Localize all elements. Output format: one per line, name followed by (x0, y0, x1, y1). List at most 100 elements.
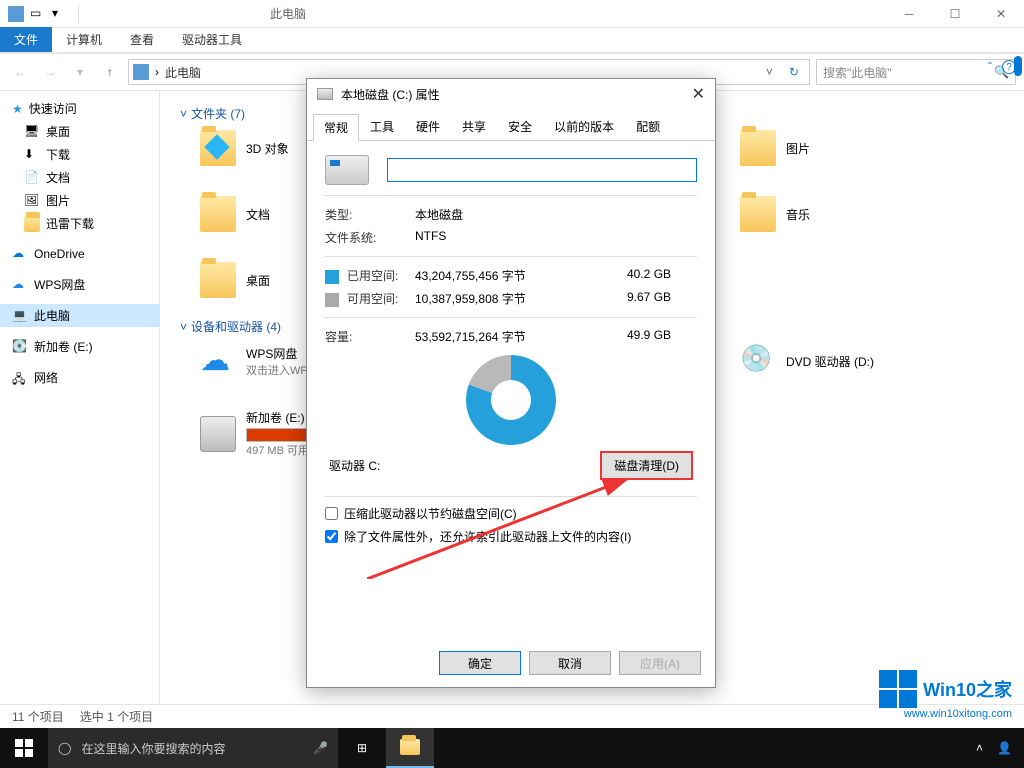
compress-label: 压缩此驱动器以节约磁盘空间(C) (344, 505, 517, 522)
window-titlebar: ▭ ▾ 管理 此电脑 ─ ☐ ✕ (0, 0, 1024, 28)
dialog-footer: 确定 取消 应用(A) (439, 651, 701, 675)
sidebar-label: 新加卷 (E:) (34, 338, 93, 355)
tab-security[interactable]: 安全 (497, 113, 543, 140)
tab-drive-tools[interactable]: 驱动器工具 (168, 27, 256, 52)
sidebar-label: WPS网盘 (34, 276, 85, 293)
location-icon (133, 64, 149, 80)
sidebar-newvol[interactable]: 💽新加卷 (E:) (0, 335, 159, 358)
sidebar-label: 快速访问 (29, 100, 77, 117)
pc-icon: 💻 (12, 308, 28, 324)
desktop-icon: 🖥 (24, 124, 40, 140)
document-icon: 📄 (24, 170, 40, 186)
fs-label: 文件系统: (325, 229, 415, 246)
maximize-button[interactable]: ☐ (932, 0, 978, 28)
status-bar: 11 个项目 选中 1 个项目 (0, 704, 1024, 728)
sidebar-label: OneDrive (34, 247, 85, 261)
up-button[interactable]: ↑ (98, 60, 122, 84)
taskbar-explorer[interactable] (386, 728, 434, 768)
star-icon: ★ (12, 102, 23, 116)
sidebar-item-documents[interactable]: 📄 文档 (0, 166, 159, 189)
capacity-bytes: 53,592,715,264 字节 (415, 328, 627, 345)
sidebar-item-pictures[interactable]: 🖼 图片 (0, 189, 159, 212)
breadcrumb[interactable]: 此电脑 (165, 64, 201, 81)
folder-icon (200, 130, 236, 166)
tray-chevron-icon[interactable]: ˄ (976, 741, 983, 755)
status-selected: 选中 1 个项目 (80, 708, 153, 725)
folder-pictures[interactable]: 图片 (740, 130, 960, 166)
forward-button[interactable]: → (38, 60, 62, 84)
apply-button[interactable]: 应用(A) (619, 651, 701, 675)
sidebar-item-downloads[interactable]: ⬇ 下载 (0, 143, 159, 166)
sidebar-label: 图片 (46, 192, 70, 209)
search-input[interactable]: 搜索"此电脑" 🔍 (816, 59, 1016, 85)
windows-logo-icon (879, 670, 917, 708)
ribbon-collapse-icon[interactable]: ˆ (988, 60, 992, 74)
qat-properties-icon[interactable]: ▭ (30, 6, 46, 22)
back-button[interactable]: ← (8, 60, 32, 84)
item-label: 文档 (246, 206, 270, 223)
taskbar: ◯ 在这里输入你要搜索的内容 🎤 ⊞ ˄ 👤 (0, 728, 1024, 768)
tab-computer[interactable]: 计算机 (52, 27, 116, 52)
address-dropdown-icon[interactable]: ˅ (762, 65, 777, 79)
close-button[interactable]: ✕ (978, 0, 1024, 28)
cortana-icon: ◯ (58, 741, 71, 755)
folder-icon (740, 196, 776, 232)
recent-dropdown[interactable]: ▾ (68, 60, 92, 84)
scrollbar-indicator[interactable] (1014, 56, 1022, 76)
dialog-titlebar[interactable]: 本地磁盘 (C:) 属性 ✕ (307, 79, 715, 109)
type-value: 本地磁盘 (415, 206, 697, 223)
item-label: 图片 (786, 140, 810, 157)
folder-icon (200, 262, 236, 298)
qat-dropdown-icon[interactable]: ▾ (52, 6, 68, 22)
folder-music[interactable]: 音乐 (740, 196, 960, 232)
compress-checkbox[interactable] (325, 507, 338, 520)
tab-view[interactable]: 查看 (116, 27, 168, 52)
tab-quota[interactable]: 配额 (625, 113, 671, 140)
task-view-button[interactable]: ⊞ (338, 728, 386, 768)
taskbar-search[interactable]: ◯ 在这里输入你要搜索的内容 🎤 (48, 728, 338, 768)
status-count: 11 个项目 (12, 708, 64, 725)
sidebar-label: 迅雷下载 (46, 215, 94, 232)
index-label: 除了文件属性外，还允许索引此驱动器上文件的内容(I) (344, 528, 631, 545)
system-tray[interactable]: ˄ 👤 (976, 741, 1024, 755)
sidebar-thispc[interactable]: 💻此电脑 (0, 304, 159, 327)
tab-tools[interactable]: 工具 (359, 113, 405, 140)
used-label: 已用空间: (347, 269, 398, 283)
capacity-label: 容量: (325, 328, 415, 345)
chevron-down-icon: ˅ (180, 320, 187, 334)
properties-dialog: 本地磁盘 (C:) 属性 ✕ 常规 工具 硬件 共享 安全 以前的版本 配额 类… (306, 78, 716, 688)
drive-name-input[interactable] (387, 158, 697, 182)
item-sublabel: 双击进入WPS (246, 362, 315, 378)
people-icon[interactable]: 👤 (997, 741, 1012, 755)
item-label: DVD 驱动器 (D:) (786, 353, 874, 370)
index-checkbox[interactable] (325, 530, 338, 543)
sidebar-network[interactable]: 🖧网络 (0, 366, 159, 389)
refresh-icon[interactable]: ↻ (783, 65, 805, 79)
sidebar-item-desktop[interactable]: 🖥桌面 (0, 120, 159, 143)
dialog-close-button[interactable]: ✕ (692, 84, 705, 104)
minimize-button[interactable]: ─ (886, 0, 932, 28)
watermark-text: Win10之家 (923, 676, 1012, 702)
tab-general[interactable]: 常规 (313, 114, 359, 141)
tab-file[interactable]: 文件 (0, 27, 52, 52)
disk-cleanup-button[interactable]: 磁盘清理(D) (600, 451, 693, 480)
tab-sharing[interactable]: 共享 (451, 113, 497, 140)
sidebar-label: 网络 (34, 369, 58, 386)
start-button[interactable] (0, 728, 48, 768)
sidebar-label: 文档 (46, 169, 70, 186)
picture-icon: 🖼 (24, 193, 40, 209)
sidebar-onedrive[interactable]: ☁OneDrive (0, 243, 159, 265)
mic-icon[interactable]: 🎤 (313, 741, 328, 755)
sidebar-quick-access[interactable]: ★ 快速访问 (0, 97, 159, 120)
sidebar-item-xunlei[interactable]: 迅雷下载 (0, 212, 159, 235)
cancel-button[interactable]: 取消 (529, 651, 611, 675)
download-icon: ⬇ (24, 147, 40, 163)
tab-hardware[interactable]: 硬件 (405, 113, 451, 140)
device-dvd[interactable]: 💿DVD 驱动器 (D:) (740, 343, 960, 379)
sidebar-wps[interactable]: ☁WPS网盘 (0, 273, 159, 296)
usage-donut (466, 355, 556, 445)
sidebar-label: 下载 (46, 146, 70, 163)
ok-button[interactable]: 确定 (439, 651, 521, 675)
tab-previous-versions[interactable]: 以前的版本 (543, 113, 625, 140)
nav-sidebar: ★ 快速访问 🖥桌面 ⬇ 下载 📄 文档 🖼 图片 迅雷下载 ☁OneDrive ☁WP… (0, 91, 160, 704)
